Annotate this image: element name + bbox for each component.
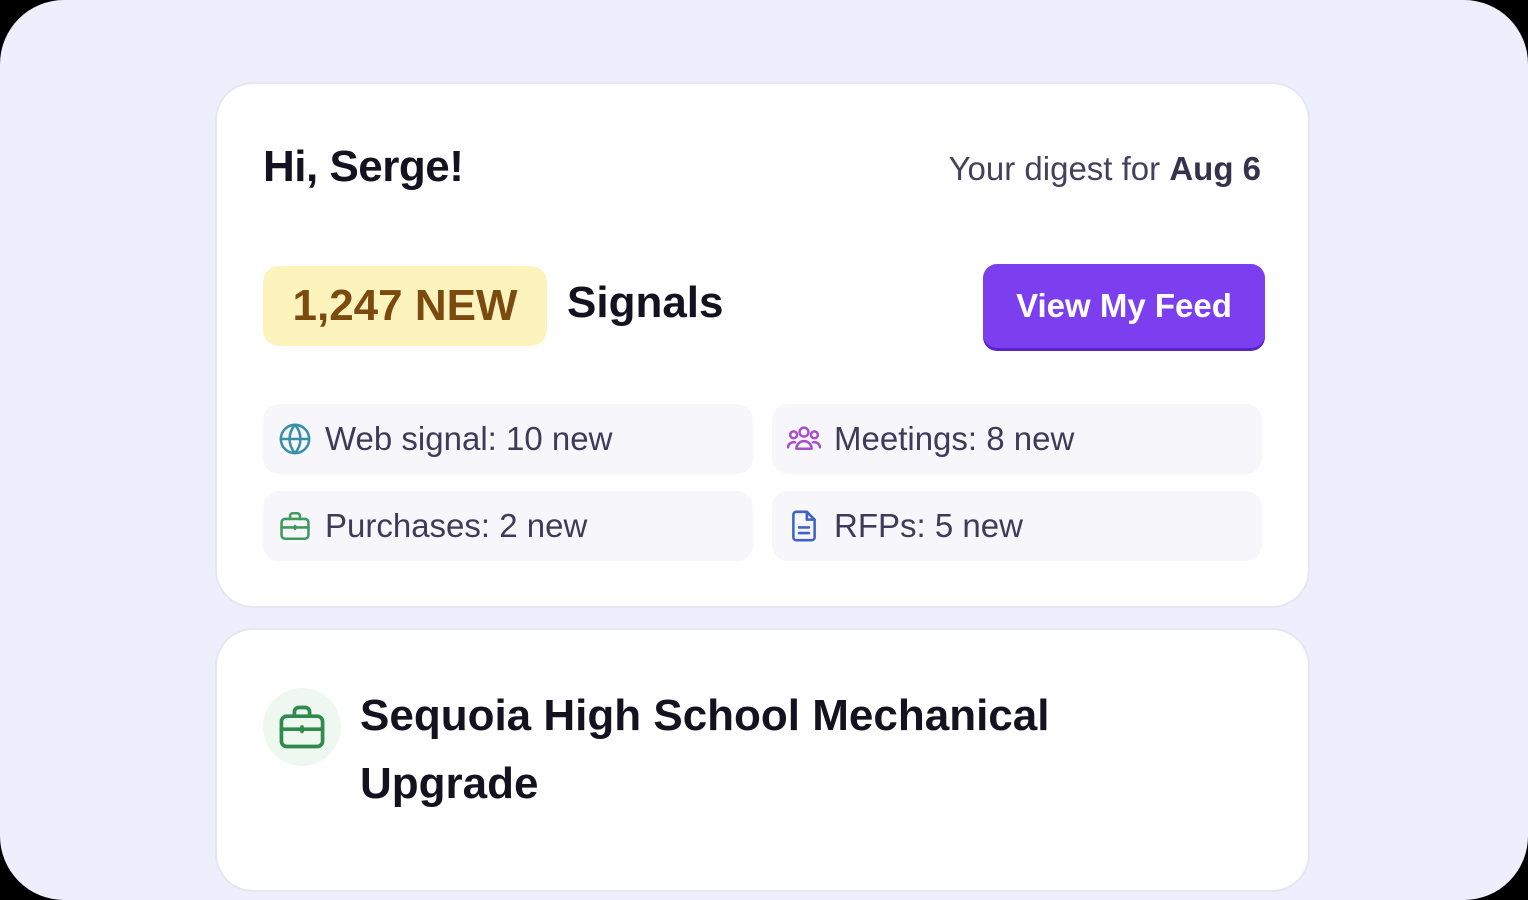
signal-item-card[interactable]: Sequoia High School Mechanical Upgrade [217, 630, 1308, 890]
stat-purchases-label: Purchases: 2 new [325, 507, 588, 544]
stat-rfps-label: RFPs: 5 new [834, 507, 1023, 544]
briefcase-icon [263, 688, 341, 766]
stat-purchases[interactable]: Purchases: 2 new [263, 491, 753, 561]
stat-meetings[interactable]: Meetings: 8 new [772, 404, 1262, 474]
briefcase-icon [277, 508, 313, 544]
stat-web-signal-label: Web signal: 10 new [325, 420, 613, 457]
digest-card: Hi, Serge! Your digest for Aug 6 1,247 N… [217, 84, 1308, 606]
signal-item-title[interactable]: Sequoia High School Mechanical Upgrade [360, 682, 1120, 818]
new-signals-badge: 1,247 NEW [263, 266, 547, 346]
stat-meetings-label: Meetings: 8 new [834, 420, 1075, 457]
people-icon [786, 421, 822, 457]
document-icon [786, 508, 822, 544]
signals-label: Signals [567, 278, 724, 327]
stat-web-signal[interactable]: Web signal: 10 new [263, 404, 753, 474]
greeting-heading: Hi, Serge! [263, 142, 464, 191]
digest-date-value: Aug 6 [1169, 150, 1261, 187]
view-my-feed-button[interactable]: View My Feed [983, 264, 1265, 348]
stat-rfps[interactable]: RFPs: 5 new [772, 491, 1262, 561]
globe-icon [277, 421, 313, 457]
app-frame: Hi, Serge! Your digest for Aug 6 1,247 N… [0, 0, 1528, 900]
digest-date-prefix: Your digest for [948, 150, 1170, 187]
digest-date-text: Your digest for Aug 6 [949, 150, 1261, 188]
